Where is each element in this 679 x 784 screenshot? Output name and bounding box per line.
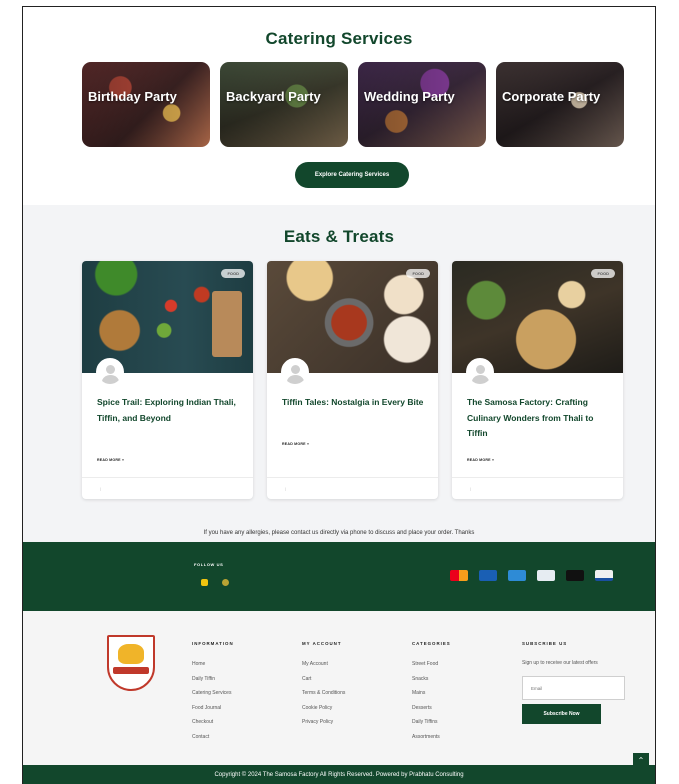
amex-icon — [508, 570, 526, 581]
read-more-link[interactable]: READ MORE » — [467, 458, 494, 462]
eats-section: Eats & Treats FOOD Spice Trail: Explorin… — [23, 205, 655, 542]
post-category-tag[interactable]: FOOD — [591, 269, 615, 278]
generic-card-icon — [537, 570, 555, 581]
catering-card-birthday[interactable]: Birthday Party — [82, 62, 210, 147]
author-avatar — [96, 358, 124, 386]
visa-icon — [595, 570, 613, 581]
samosa-factory-logo[interactable] — [107, 635, 155, 691]
site-footer: INFORMATION Home Daily Tiffin Catering S… — [23, 611, 655, 769]
eats-title: Eats & Treats — [283, 227, 395, 246]
subscribe-button[interactable]: Subscribe Now — [522, 704, 601, 724]
catering-card-label: Backyard Party — [226, 89, 321, 104]
post-title[interactable]: Tiffin Tales: Nostalgia in Every Bite — [282, 395, 427, 411]
post-title[interactable]: The Samosa Factory: Crafting Culinary Wo… — [467, 395, 612, 442]
footer-column-subscribe: SUBSCRIBE US Sign up to receive our late… — [522, 641, 626, 724]
read-more-link[interactable]: READ MORE » — [282, 442, 309, 446]
footer-link-home[interactable]: Home — [192, 657, 234, 672]
footer-heading: CATEGORIES — [412, 641, 451, 646]
blog-post-card: FOOD The Samosa Factory: Crafting Culina… — [452, 261, 623, 499]
maestro-icon — [479, 570, 497, 581]
footer-link-checkout[interactable]: Checkout — [192, 715, 234, 730]
subscribe-description: Sign up to receive our latest offers — [522, 660, 598, 666]
post-meta: | — [452, 477, 623, 499]
catering-card-wedding[interactable]: Wedding Party — [358, 62, 486, 147]
card-overlay — [82, 62, 210, 147]
post-category-tag[interactable]: FOOD — [406, 269, 430, 278]
catering-card-label: Corporate Party — [502, 89, 601, 104]
footer-heading: MY ACCOUNT — [302, 641, 342, 646]
card-overlay — [496, 62, 624, 147]
mastercard-icon — [450, 570, 468, 581]
footer-link-daily-tiffins[interactable]: Daily Tiffins — [412, 715, 451, 730]
footer-link-food-journal[interactable]: Food Journal — [192, 701, 234, 716]
footer-link-daily-tiffin[interactable]: Daily Tiffin — [192, 672, 234, 687]
footer-link-mains[interactable]: Mains — [412, 686, 451, 701]
footer-link-assortments[interactable]: Assortments — [412, 730, 451, 745]
card-overlay — [220, 62, 348, 147]
footer-link-terms[interactable]: Terms & Conditions — [302, 686, 345, 701]
card-overlay — [358, 62, 486, 147]
footer-link-privacy-policy[interactable]: Privacy Policy — [302, 715, 345, 730]
author-avatar — [281, 358, 309, 386]
footer-column-categories: CATEGORIES Street Food Snacks Mains Dess… — [412, 641, 451, 745]
blog-post-card: FOOD Spice Trail: Exploring Indian Thali… — [82, 261, 253, 499]
read-more-link[interactable]: READ MORE » — [97, 458, 124, 462]
catering-card-label: Birthday Party — [88, 89, 177, 104]
allergy-notice: If you have any allergies, please contac… — [203, 530, 475, 536]
cutting-board-shape — [212, 291, 242, 357]
footer-link-contact[interactable]: Contact — [192, 730, 234, 745]
meta-separator: | — [470, 487, 471, 491]
email-input[interactable] — [522, 676, 625, 700]
footer-link-my-account[interactable]: My Account — [302, 657, 345, 672]
footer-link-desserts[interactable]: Desserts — [412, 701, 451, 716]
catering-card-label: Wedding Party — [364, 89, 455, 104]
post-meta: | — [82, 477, 253, 499]
footer-link-catering[interactable]: Catering Services — [192, 686, 234, 701]
author-avatar — [466, 358, 494, 386]
copyright-bar: Copyright © 2024 The Samosa Factory All … — [23, 765, 655, 784]
catering-title: Catering Services — [265, 29, 413, 48]
post-category-tag[interactable]: FOOD — [221, 269, 245, 278]
catering-section: Catering Services Birthday Party Backyar… — [23, 7, 655, 205]
catering-card-corporate[interactable]: Corporate Party — [496, 62, 624, 147]
footer-link-street-food[interactable]: Street Food — [412, 657, 451, 672]
meta-separator: | — [285, 487, 286, 491]
footer-link-cart[interactable]: Cart — [302, 672, 345, 687]
facebook-icon[interactable] — [201, 579, 208, 586]
catering-card-backyard[interactable]: Backyard Party — [220, 62, 348, 147]
meta-separator: | — [100, 487, 101, 491]
footer-column-my-account: MY ACCOUNT My Account Cart Terms & Condi… — [302, 641, 345, 730]
footer-heading: SUBSCRIBE US — [522, 641, 568, 646]
footer-column-information: INFORMATION Home Daily Tiffin Catering S… — [192, 641, 234, 745]
amazon-pay-icon — [566, 570, 584, 581]
instagram-icon[interactable] — [222, 579, 229, 586]
explore-catering-button[interactable]: Explore Catering Services — [295, 162, 409, 188]
footer-heading: INFORMATION — [192, 641, 234, 646]
footer-link-cookie-policy[interactable]: Cookie Policy — [302, 701, 345, 716]
post-meta: | — [267, 477, 438, 499]
social-payment-band: FOLLOW US — [23, 542, 655, 611]
blog-post-card: FOOD Tiffin Tales: Nostalgia in Every Bi… — [267, 261, 438, 499]
footer-link-snacks[interactable]: Snacks — [412, 672, 451, 687]
page-frame: Catering Services Birthday Party Backyar… — [22, 6, 656, 784]
post-title[interactable]: Spice Trail: Exploring Indian Thali, Tif… — [97, 395, 242, 426]
follow-us-label: FOLLOW US — [194, 562, 224, 567]
